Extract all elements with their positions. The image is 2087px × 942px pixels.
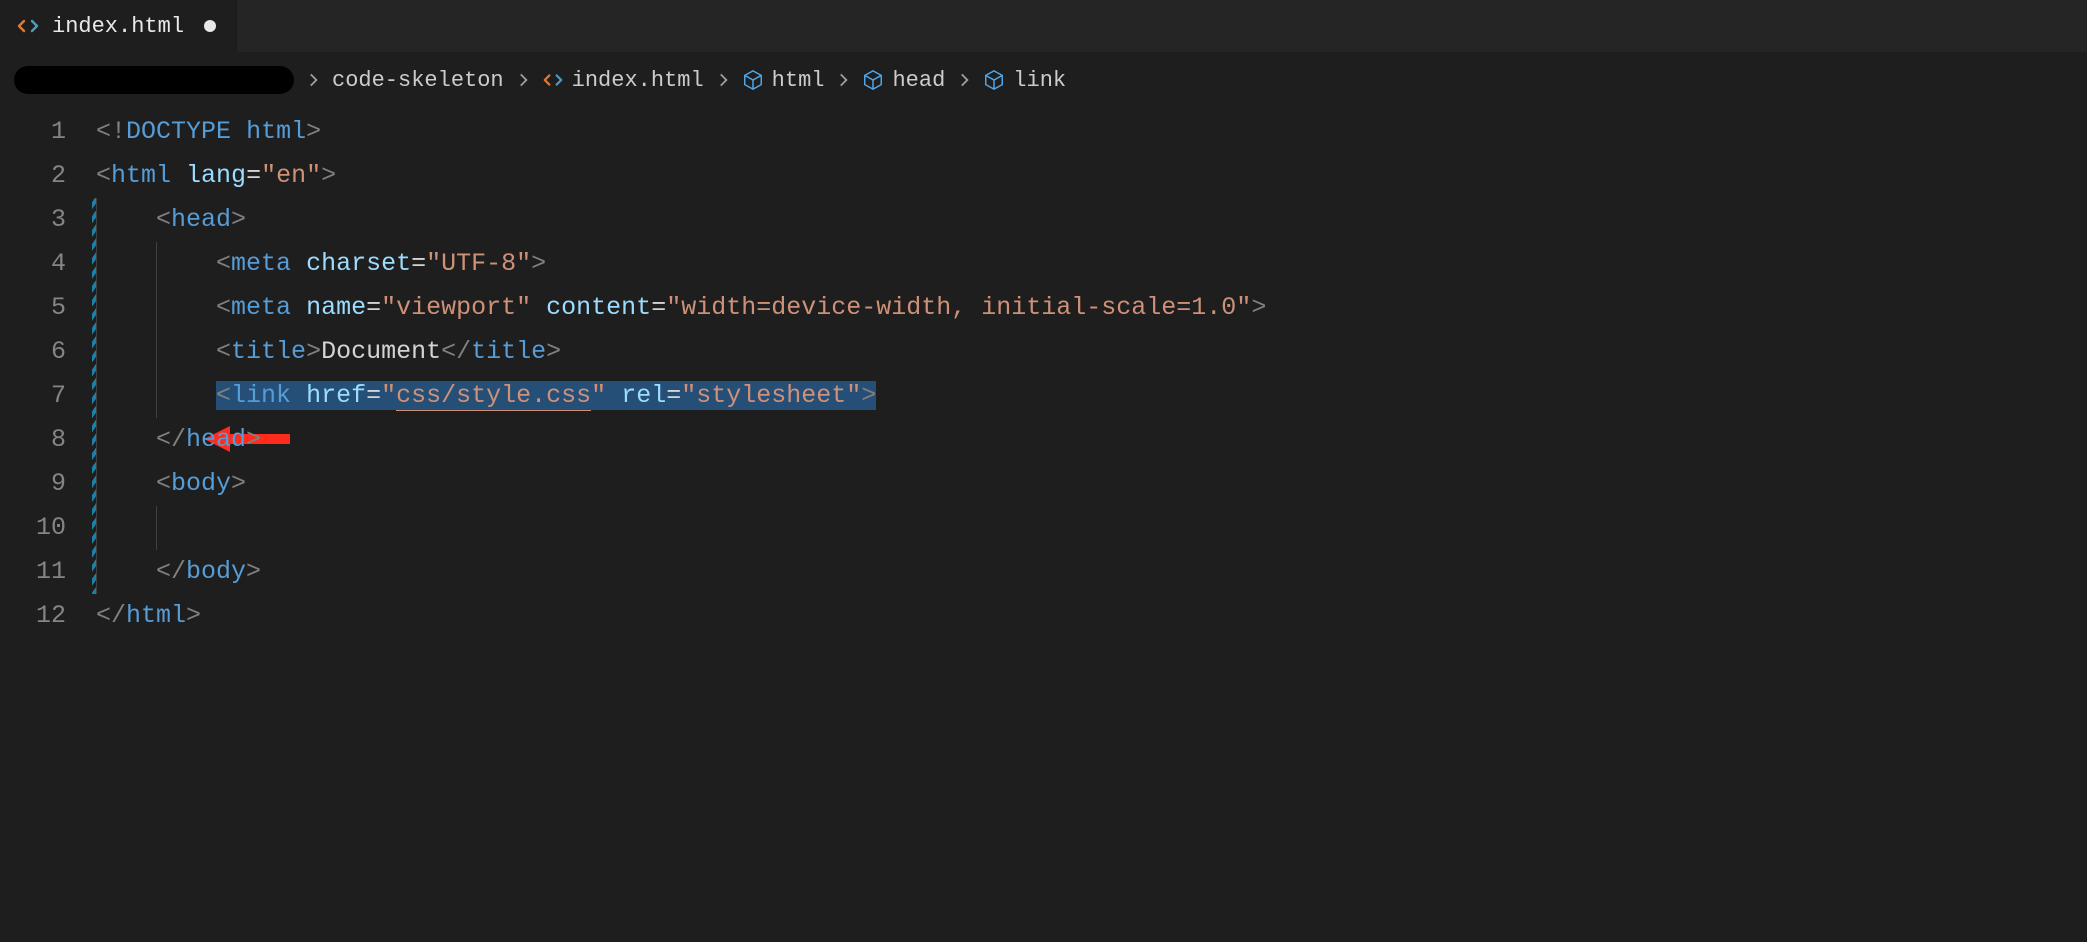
crumb-symbol-html[interactable]: html bbox=[742, 68, 825, 93]
chevron-right-icon bbox=[514, 71, 532, 89]
chevron-right-icon bbox=[834, 71, 852, 89]
code-line[interactable]: <title>Document</title> bbox=[96, 330, 1266, 374]
code-line-selected[interactable]: <link href="css/style.css" rel="styleshe… bbox=[96, 374, 1266, 418]
breadcrumb: code-skeleton index.html html head bbox=[0, 52, 2087, 106]
code-line[interactable]: <body> bbox=[96, 462, 1266, 506]
code-line[interactable]: </body> bbox=[96, 550, 1266, 594]
line-number-gutter: 1 2 3 4 5 6 7 8 9 10 11 12 bbox=[0, 110, 96, 638]
chevron-right-icon bbox=[304, 71, 322, 89]
code-editor[interactable]: 1 2 3 4 5 6 7 8 9 10 11 12 <!DOCTYPE htm… bbox=[0, 106, 2087, 638]
crumb-symbol-link[interactable]: link bbox=[983, 68, 1066, 93]
code-line[interactable] bbox=[96, 506, 1266, 550]
tab-index-html[interactable]: index.html bbox=[0, 0, 237, 52]
chevron-right-icon bbox=[714, 71, 732, 89]
code-line[interactable]: <meta charset="UTF-8"> bbox=[96, 242, 1266, 286]
code-line[interactable]: <!DOCTYPE html> bbox=[96, 110, 1266, 154]
symbol-module-icon bbox=[862, 69, 884, 91]
tab-label: index.html bbox=[52, 14, 184, 39]
html-file-icon bbox=[16, 14, 40, 38]
crumb-file[interactable]: index.html bbox=[542, 68, 704, 93]
code-content[interactable]: <!DOCTYPE html> <html lang="en"> <head> … bbox=[96, 110, 1266, 638]
symbol-module-icon bbox=[742, 69, 764, 91]
tab-bar: index.html bbox=[0, 0, 2087, 52]
code-line[interactable]: </html> bbox=[96, 594, 1266, 638]
code-line[interactable]: <head> bbox=[96, 198, 1266, 242]
unsaved-dot-icon bbox=[204, 20, 216, 32]
code-line[interactable]: </head> bbox=[96, 418, 1266, 462]
chevron-right-icon bbox=[955, 71, 973, 89]
code-line[interactable]: <html lang="en"> bbox=[96, 154, 1266, 198]
redacted-path bbox=[14, 66, 294, 94]
html-file-icon bbox=[542, 69, 564, 91]
code-line[interactable]: <meta name="viewport" content="width=dev… bbox=[96, 286, 1266, 330]
crumb-symbol-head[interactable]: head bbox=[862, 68, 945, 93]
crumb-folder[interactable]: code-skeleton bbox=[332, 68, 504, 93]
symbol-module-icon bbox=[983, 69, 1005, 91]
